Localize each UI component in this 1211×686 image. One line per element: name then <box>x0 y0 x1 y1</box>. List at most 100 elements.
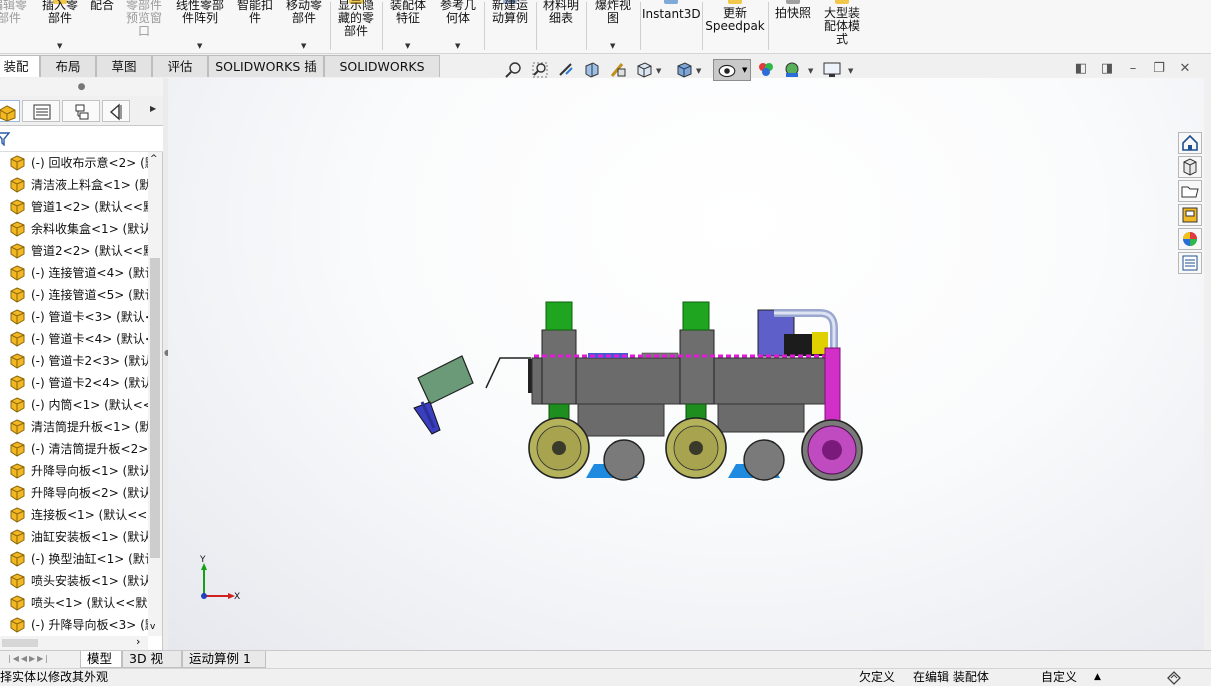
chevron-down-icon[interactable]: ▼ <box>848 67 853 75</box>
take-snapshot-button[interactable]: 拍快照 <box>770 0 816 54</box>
exploded-view-button[interactable]: 爆炸视 图 ▼ <box>588 0 638 54</box>
bill-of-materials-button[interactable]: 材料明 细表 <box>538 0 584 54</box>
view-orientation-icon[interactable] <box>635 61 653 79</box>
scroll-down-icon[interactable]: v <box>150 622 155 632</box>
minimize-icon[interactable]: – <box>1126 62 1140 76</box>
panel-grip[interactable]: ● <box>0 78 163 96</box>
chevron-down-icon[interactable]: ▼ <box>696 67 701 75</box>
tree-item[interactable]: (-) 管道卡2<4> (默认 <box>0 372 148 394</box>
tile-right-icon[interactable]: ◨ <box>1100 62 1114 76</box>
linear-component-pattern-button[interactable]: 线性零部 件阵列 ▼ <box>170 0 230 54</box>
hide-show-items-button[interactable]: ▼ <box>713 59 751 81</box>
tree-item[interactable]: (-) 内筒<1> (默认<< <box>0 394 148 416</box>
tile-left-icon[interactable]: ◧ <box>1074 62 1088 76</box>
tree-item[interactable]: (-) 换型油缸<1> (默认 <box>0 548 148 570</box>
custom-properties-button[interactable] <box>1178 252 1202 274</box>
front-wheel[interactable] <box>528 417 590 479</box>
section-view-icon[interactable] <box>583 61 601 79</box>
insert-components-button[interactable]: 插入零 部件 ▼ <box>36 0 84 54</box>
tree-item[interactable]: 清洁筒提升板<1> (默 <box>0 416 148 438</box>
mate-button[interactable]: 配合 <box>86 0 118 54</box>
feature-manager-tab[interactable] <box>0 100 20 122</box>
tree-item[interactable]: (-) 连接管道<4> (默认 <box>0 262 148 284</box>
reference-geometry-button[interactable]: 参考几 何体 ▼ <box>434 0 482 54</box>
scrollbar-thumb[interactable] <box>150 258 160 558</box>
chevron-down-icon[interactable]: ▼ <box>57 40 62 53</box>
tree-item[interactable]: (-) 清洁筒提升板<2> <box>0 438 148 460</box>
tree-item[interactable]: (-) 管道卡<3> (默认< <box>0 306 148 328</box>
apply-scene-icon[interactable] <box>783 61 801 79</box>
configuration-manager-tab[interactable] <box>62 100 100 122</box>
tab-3d-views[interactable]: 3D 视图 <box>122 651 182 682</box>
tab-model[interactable]: 模型 <box>80 651 122 668</box>
solidworks-resources-button[interactable] <box>1178 132 1202 154</box>
status-units[interactable]: 自定义 <box>1041 669 1077 686</box>
close-icon[interactable]: ✕ <box>1178 62 1192 76</box>
smart-fasteners-button[interactable]: 智能扣 件 <box>232 0 278 54</box>
scrollbar-thumb[interactable] <box>2 639 38 647</box>
tab-solidworks-mbd[interactable]: SOLIDWORKS MBD <box>324 55 440 95</box>
tab-solidworks-addins[interactable]: SOLIDWORKS 插件 <box>208 55 324 95</box>
large-assembly-mode-button[interactable]: 大型装 配体模 式 <box>818 0 866 54</box>
file-explorer-button[interactable] <box>1178 180 1202 202</box>
chevron-down-icon[interactable]: ▼ <box>405 40 410 53</box>
tab-assembly[interactable]: 装配体 <box>0 55 40 95</box>
dimxpert-manager-tab[interactable] <box>102 100 130 122</box>
tab-evaluate[interactable]: 评估 <box>152 55 208 77</box>
tree-item[interactable]: 喷头安装板<1> (默认 <box>0 570 148 592</box>
assembly-model[interactable]: Y X <box>168 78 1204 650</box>
chevron-down-icon[interactable]: ▼ <box>455 40 460 53</box>
scroll-right-icon[interactable]: › <box>136 635 140 648</box>
restore-icon[interactable]: ❐ <box>1152 62 1166 76</box>
zoom-to-fit-icon[interactable] <box>505 61 523 79</box>
chevron-down-icon[interactable]: ▼ <box>301 40 306 53</box>
rear-wheel[interactable] <box>801 419 863 481</box>
tree-item[interactable]: 升降导向板<2> (默认 <box>0 482 148 504</box>
view-settings-icon[interactable] <box>823 61 841 79</box>
view-palette-button[interactable] <box>1178 204 1202 226</box>
tab-sketch[interactable]: 草图 <box>96 55 152 77</box>
assembly-features-button[interactable]: 装配体 特征 ▼ <box>384 0 432 54</box>
chevron-down-icon[interactable]: ▼ <box>610 40 615 53</box>
filter-icon[interactable] <box>0 132 10 146</box>
chevron-down-icon[interactable]: ▼ <box>197 40 202 53</box>
rebuild-status-icon[interactable] <box>1166 669 1182 686</box>
move-component-button[interactable]: 移动零 部件 ▼ <box>280 0 328 54</box>
tree-item[interactable]: (-) 升降导向板<3> (默 <box>0 614 148 636</box>
tree-item[interactable]: (-) 管道卡<4> (默认< <box>0 328 148 350</box>
edit-component-button[interactable]: 编辑零 部件 <box>0 0 32 54</box>
chevron-up-icon[interactable]: ▲ <box>1094 669 1101 686</box>
tab-motion-study-1[interactable]: 运动算例 1 <box>182 651 266 668</box>
tree-item[interactable]: (-) 连接管道<5> (默认 <box>0 284 148 306</box>
display-style-icon[interactable] <box>675 61 693 79</box>
tree-item[interactable]: 余料收集盒<1> (默认 <box>0 218 148 240</box>
tree-item[interactable]: (-) 回收布示意<2> (默 <box>0 152 148 174</box>
tree-item[interactable]: 管道2<2> (默认<<默 <box>0 240 148 262</box>
dynamic-annotation-icon[interactable] <box>609 61 627 79</box>
property-manager-tab[interactable] <box>22 100 60 122</box>
new-motion-study-button[interactable]: 新建运 动算例 <box>486 0 534 54</box>
chevron-down-icon[interactable]: ▼ <box>742 66 747 74</box>
tab-scroll-arrows-icon[interactable]: |◀◀▶▶| <box>8 654 50 663</box>
scroll-up-icon[interactable]: ^ <box>150 154 158 164</box>
green-post[interactable] <box>545 301 573 331</box>
chevron-down-icon[interactable]: ▼ <box>656 67 661 75</box>
tree-item[interactable]: 清洁液上料盒<1> (默认 <box>0 174 148 196</box>
tab-layout[interactable]: 布局 <box>40 55 96 77</box>
instant3d-button[interactable]: Instant3D <box>642 0 701 54</box>
chevron-right-icon[interactable]: ▶ <box>150 104 156 113</box>
hopper-part[interactable] <box>417 355 474 405</box>
previous-view-icon[interactable] <box>557 61 575 79</box>
tree-horizontal-scrollbar[interactable]: › <box>0 635 148 650</box>
green-post[interactable] <box>682 301 710 331</box>
show-hidden-components-button[interactable]: 显示隐 藏的零 部件 <box>332 0 380 54</box>
middle-wheel[interactable] <box>665 417 727 479</box>
tree-vertical-scrollbar[interactable]: ^ v <box>148 152 162 636</box>
tree-item[interactable]: 连接板<1> (默认<<默 <box>0 504 148 526</box>
zoom-to-area-icon[interactable] <box>531 61 549 79</box>
tree-item[interactable]: (-) 管道卡2<3> (默认 <box>0 350 148 372</box>
update-speedpak-button[interactable]: 更新 Speedpak <box>704 0 766 54</box>
chevron-down-icon[interactable]: ▼ <box>808 67 813 75</box>
tree-item[interactable]: 升降导向板<1> (默认 <box>0 460 148 482</box>
edit-appearance-icon[interactable] <box>757 61 775 79</box>
